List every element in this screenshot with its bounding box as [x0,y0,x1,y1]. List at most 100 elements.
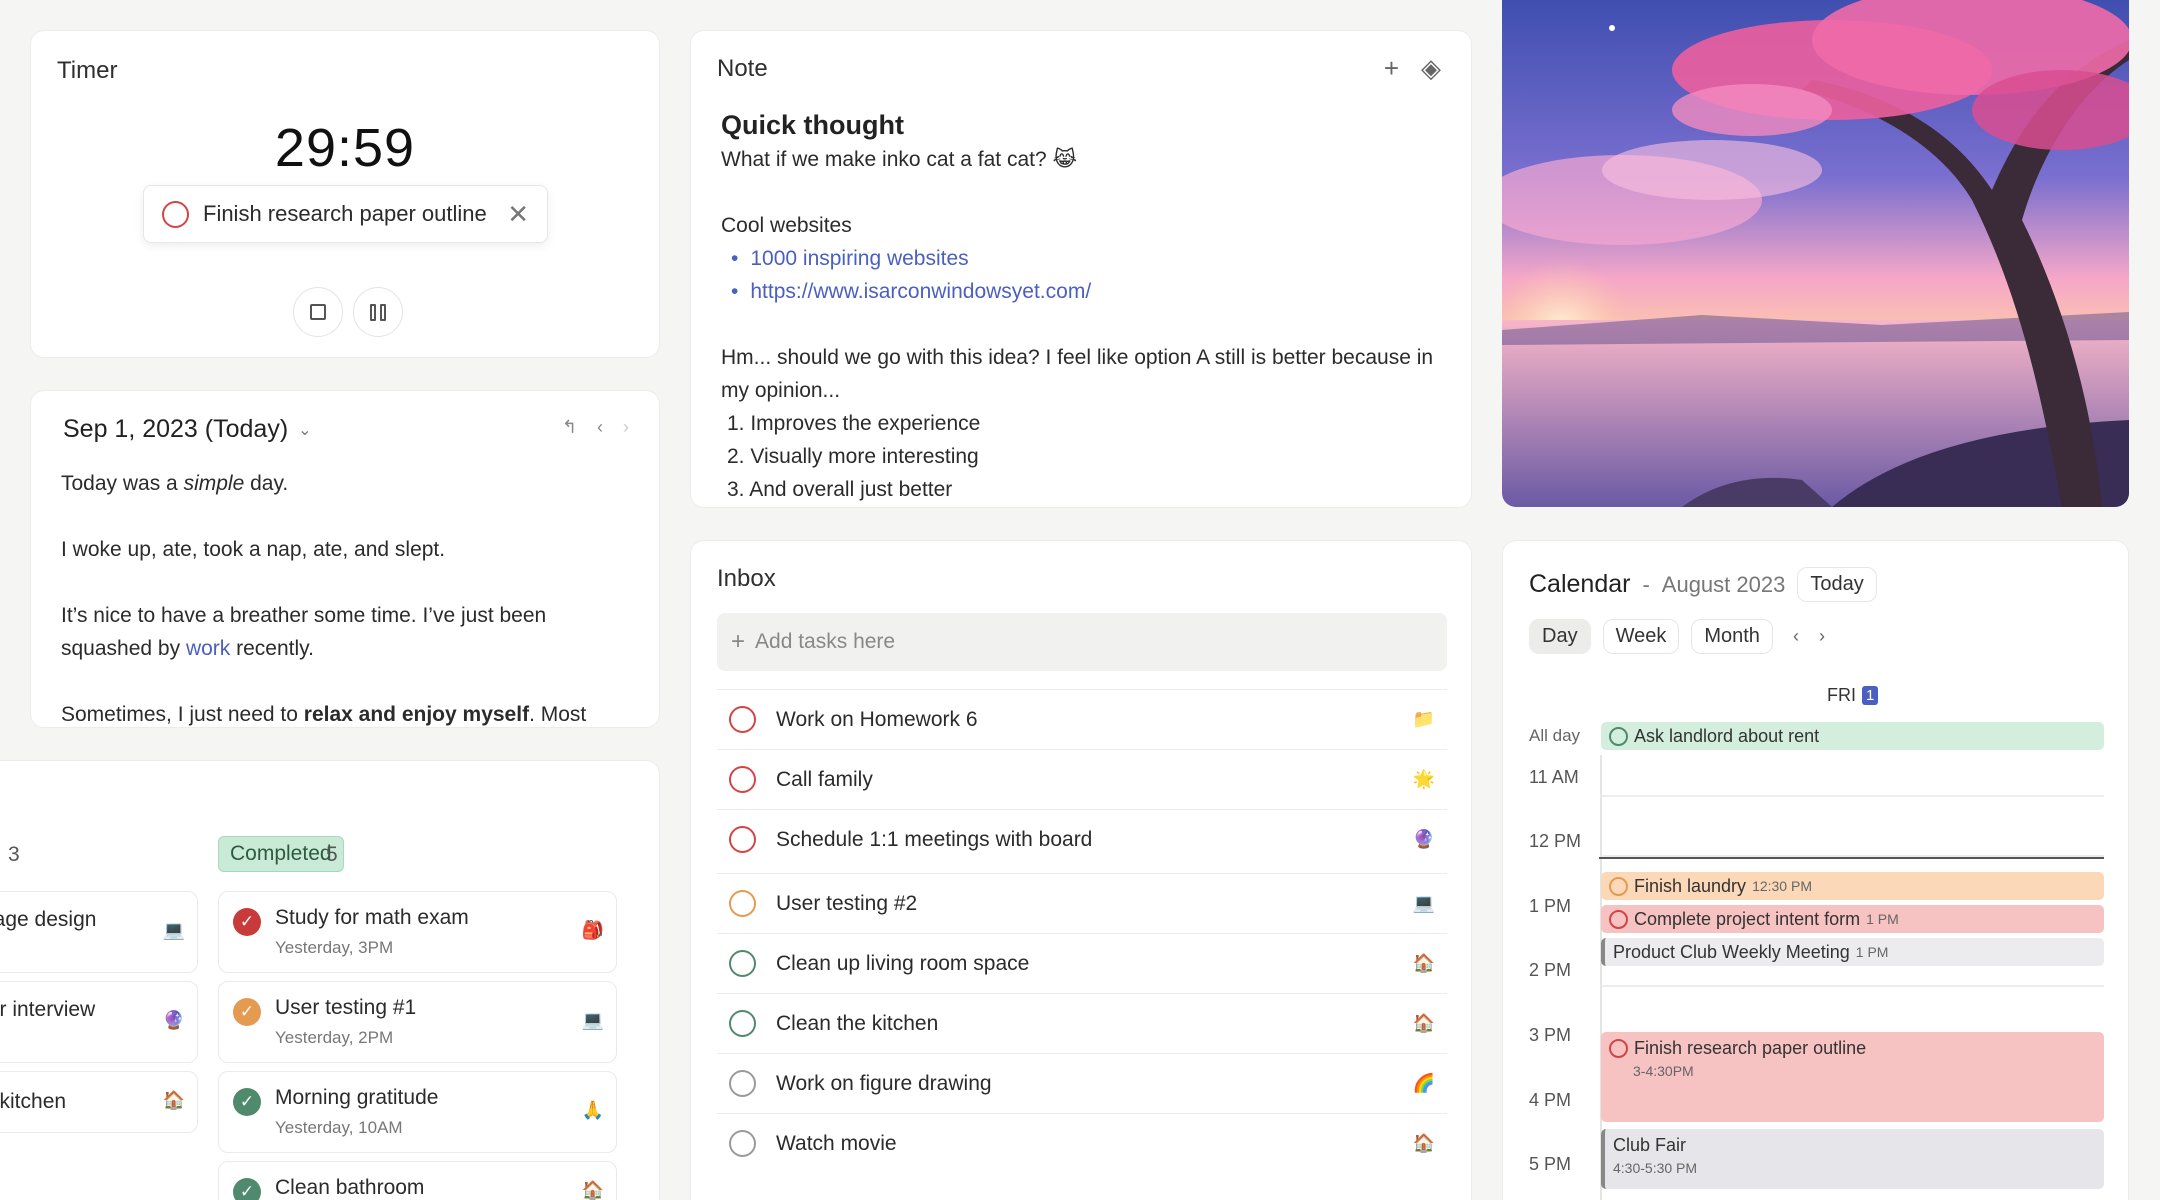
event-status-circle-icon[interactable] [1609,1039,1628,1058]
hour-label: 2 PM [1529,960,1572,980]
house-icon: 🏠 [581,1180,604,1200]
inbox-task-row[interactable]: Clean the kitchen 🏠 [717,993,1447,1053]
event-status-circle-icon[interactable] [1609,909,1628,929]
journal-link[interactable]: work [186,637,230,660]
event-title: Finish laundry [1634,875,1747,896]
journal-nav: ↰ ‹ › [562,417,629,438]
inbox-task-row[interactable]: Watch movie 🏠 [717,1113,1447,1173]
calendar-event[interactable]: Complete project intent form 1 PM [1601,905,2104,933]
task-emoji-icon: 🏠 [1412,1013,1435,1033]
board-card-item[interactable]: page design M 💻 [0,891,198,973]
note-link-item[interactable]: https://www.isarconwindowsyet.com/ [731,275,1441,308]
inbox-title: Inbox [717,565,776,592]
calendar-event[interactable]: Finish laundry 12:30 PM [1601,872,2104,900]
task-status-circle-icon[interactable] [729,950,756,977]
day-name: FRI [1827,685,1856,705]
calendar-event[interactable]: Product Club Weekly Meeting 1 PM [1601,938,2104,966]
calendar-event[interactable]: Finish research paper outline 3-4:30PM [1601,1032,2104,1122]
event-time: 3-4:30PM [1633,1063,1694,1079]
task-emoji-icon: 🔮 [1412,829,1435,849]
journal-paragraph: Sometimes, I just need to relax and enjo… [61,703,587,726]
journal-paragraph: It’s nice to have a breather some time. … [61,604,547,660]
check-icon[interactable]: ✓ [233,1178,261,1200]
all-day-label: All day [1529,726,1581,745]
note-link-list: 1000 inspiring websites https://www.isar… [731,242,1441,308]
all-day-event[interactable]: Ask landlord about rent [1601,722,2104,750]
calendar-view-switcher: Day Week Month ‹ › [1529,619,1825,654]
note-list-item: 3. And overall just better [727,478,953,501]
chevron-right-icon[interactable]: › [623,417,629,438]
pause-button[interactable] [353,287,403,337]
scenic-image [1502,0,2129,507]
close-icon[interactable]: ✕ [507,199,529,230]
board-card-item[interactable]: for interview M 🔮 [0,981,198,1063]
task-label: Schedule 1:1 meetings with board [776,827,1093,851]
check-icon[interactable]: ✓ [233,998,261,1026]
chevron-left-icon[interactable]: ‹ [1793,626,1799,647]
journal-date-selector[interactable]: Sep 1, 2023 (Today) ⌄ [63,415,312,444]
event-time: 1 PM [1866,911,1899,927]
task-status-circle-icon[interactable] [729,1010,756,1037]
plus-icon[interactable]: + [1384,53,1399,84]
chevron-right-icon[interactable]: › [1819,626,1825,647]
inbox-task-row[interactable]: User testing #2 💻 [717,873,1447,933]
note-actions: + ◈ [1384,53,1441,84]
timer-title: Timer [57,57,118,84]
note-body[interactable]: Quick thought What if we make inko cat a… [721,107,1441,506]
inbox-task-row[interactable]: Call family 🌟 [717,749,1447,809]
board-card-item[interactable]: ✓ Morning gratitude Yesterday, 10AM 🙏 [218,1071,617,1153]
today-button[interactable]: Today [1797,567,1877,602]
board-card-item[interactable]: e kitchen 🏠 [0,1071,198,1133]
task-emoji-icon: 💻 [1412,893,1435,913]
month-view-button[interactable]: Month [1691,619,1773,654]
board-card: 3 Completed 5 page design M 💻 for interv… [0,760,660,1200]
task-status-circle-icon[interactable] [729,1130,756,1157]
inbox-task-row[interactable]: Clean up living room space 🏠 [717,933,1447,993]
inbox-task-row[interactable]: Work on figure drawing 🌈 [717,1053,1447,1113]
journal-body[interactable]: Today was a simple day. I woke up, ate, … [61,467,641,727]
timer-countdown: 29:59 [274,118,416,178]
layers-icon[interactable]: ◈ [1421,53,1441,84]
event-status-circle-icon[interactable] [1609,726,1628,746]
check-icon[interactable]: ✓ [233,908,261,936]
event-time: 1 PM [1855,944,1889,960]
hour-label: 1 PM [1529,896,1572,916]
task-status-circle-icon[interactable] [729,706,756,733]
stop-button[interactable] [293,287,343,337]
task-emoji-icon: 🌟 [1412,769,1435,789]
task-status-circle-icon[interactable] [162,200,189,228]
inbox-card: Inbox + Add tasks here Work on Homework … [690,540,1472,1200]
day-view-button[interactable]: Day [1529,619,1591,654]
timer-task-chip[interactable]: Finish research paper outline ✕ [143,185,548,243]
calendar-event[interactable]: Club Fair 4:30-5:30 PM [1601,1129,2104,1189]
event-status-circle-icon[interactable] [1609,876,1628,896]
board-card-item[interactable]: ✓ User testing #1 Yesterday, 2PM 💻 [218,981,617,1063]
return-icon[interactable]: ↰ [562,417,577,438]
board-card-item[interactable]: ✓ Clean bathroom 🏠 [218,1161,617,1200]
task-label: Watch movie [776,1131,897,1155]
check-icon[interactable]: ✓ [233,1088,261,1116]
chevron-left-icon[interactable]: ‹ [597,417,603,438]
note-card: Note + ◈ Quick thought What if we make i… [690,30,1472,508]
event-title: Ask landlord about rent [1634,725,1820,746]
inbox-task-row[interactable]: Work on Homework 6 📁 [717,689,1447,749]
week-view-button[interactable]: Week [1602,619,1680,654]
task-status-circle-icon[interactable] [729,1070,756,1097]
inbox-task-row[interactable]: Schedule 1:1 meetings with board 🔮 [717,809,1447,869]
column-count: 3 [8,843,20,866]
hour-label: 5 PM [1529,1154,1572,1174]
event-time: 12:30 PM [1752,878,1812,894]
board-card-title: Study for math exam [275,906,469,929]
board-card-subtitle: Yesterday, 2PM [275,1028,394,1047]
task-status-circle-icon[interactable] [729,890,756,917]
add-task-input[interactable]: + Add tasks here [717,613,1447,671]
board-card-title: e kitchen [0,1090,67,1113]
note-link-item[interactable]: 1000 inspiring websites [731,242,1441,275]
task-label: Clean up living room space [776,951,1030,975]
hour-label: 12 PM [1529,831,1582,851]
event-title: Product Club Weekly Meeting [1613,941,1850,962]
board-card-item[interactable]: ✓ Study for math exam Yesterday, 3PM 🎒 [218,891,617,973]
task-status-circle-icon[interactable] [729,766,756,793]
task-status-circle-icon[interactable] [729,826,756,853]
pause-icon [370,303,386,321]
